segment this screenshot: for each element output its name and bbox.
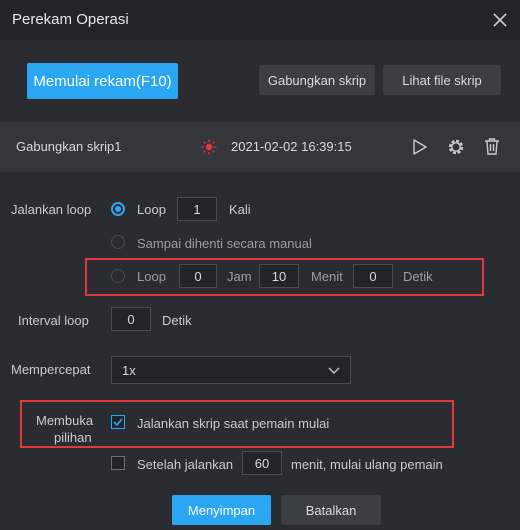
highlight-box-loop-duration (85, 258, 484, 296)
view-script-file-label: Lihat file skrip (402, 72, 482, 88)
loop-manual-radio[interactable] (111, 235, 125, 249)
chevron-down-icon (328, 367, 340, 374)
merge-script-label: Gabungkan skrip (267, 72, 367, 88)
interval-loop-unit: Detik (162, 313, 192, 328)
title-bar: Perekam Operasi (0, 0, 520, 40)
script-datetime: 2021-02-02 16:39:15 (231, 139, 352, 154)
save-button-label: Menyimpan (187, 502, 256, 518)
restart-after-text-after: menit, mulai ulang pemain (291, 457, 443, 472)
loop-manual-text: Sampai dihenti secara manual (137, 236, 312, 251)
cancel-button-label: Batalkan (305, 502, 357, 518)
toolbar: Memulai rekam(F10) Gabungkan skrip Lihat… (0, 40, 520, 122)
merge-script-button[interactable]: Gabungkan skrip (259, 65, 375, 95)
speed-select[interactable]: 1x (111, 356, 351, 384)
interval-loop-input[interactable]: 0 (111, 307, 151, 331)
play-icon[interactable] (411, 138, 429, 156)
view-script-file-button[interactable]: Lihat file skrip (383, 65, 501, 95)
start-record-button[interactable]: Memulai rekam(F10) (27, 63, 178, 99)
save-button[interactable]: Menyimpan (172, 495, 271, 525)
restart-after-checkbox[interactable] (111, 456, 125, 470)
record-indicator-icon (201, 139, 217, 155)
restart-after-input[interactable]: 60 (242, 451, 282, 475)
close-icon[interactable] (490, 10, 510, 30)
loop-count-radio[interactable] (111, 202, 125, 216)
loop-count-text: Loop (137, 202, 166, 217)
loop-count-input[interactable]: 1 (177, 197, 217, 221)
loop-count-unit: Kali (229, 202, 251, 217)
speed-label: Mempercepat (11, 362, 91, 377)
window-title: Perekam Operasi (12, 11, 129, 28)
highlight-box-open-options (20, 400, 454, 448)
delete-trash-icon[interactable] (483, 137, 501, 156)
speed-select-value: 1x (122, 363, 136, 378)
settings-gear-icon[interactable] (447, 138, 465, 156)
interval-loop-label: Interval loop (18, 313, 89, 328)
restart-after-text-before: Setelah jalankan (137, 457, 234, 472)
start-record-label: Memulai rekam(F10) (33, 72, 172, 90)
script-name: Gabungkan skrip1 (16, 139, 122, 154)
script-row[interactable]: Gabungkan skrip1 2021-02-02 16:39:15 (0, 122, 520, 172)
cancel-button[interactable]: Batalkan (281, 495, 381, 525)
run-loop-label: Jalankan loop (11, 202, 92, 217)
